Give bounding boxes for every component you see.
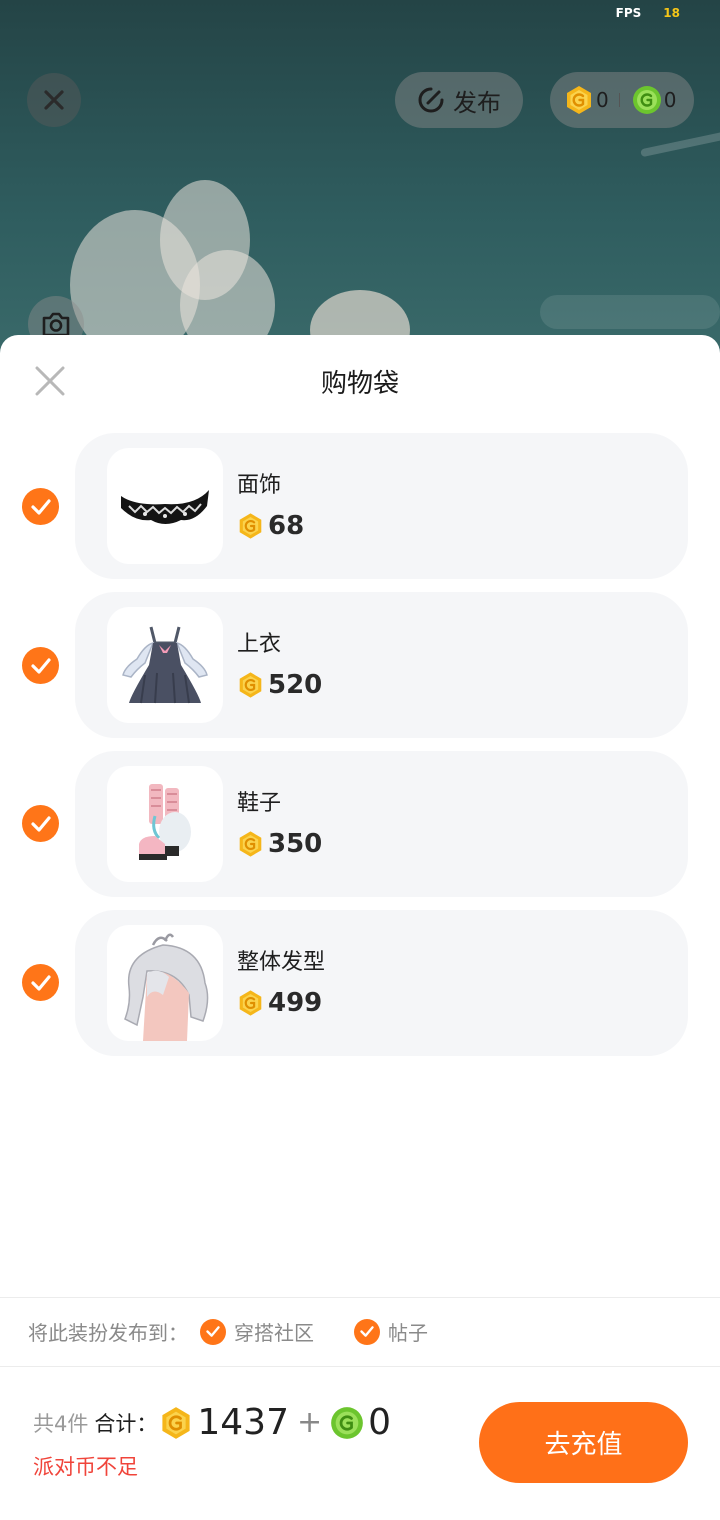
item-name: 上衣 <box>237 632 282 657</box>
currency-balance[interactable]: 0 0 <box>550 72 694 128</box>
item-checkbox-shoes[interactable] <box>22 805 59 842</box>
green-total: 0 <box>368 1402 392 1443</box>
publish-option-label: 帖子 <box>388 1321 428 1345</box>
item-price: 68 <box>237 511 304 541</box>
face-accessory-image <box>121 490 209 524</box>
total-label: 合计： <box>94 1411 158 1436</box>
gold-coin-icon <box>239 831 262 857</box>
item-price-value: 350 <box>268 829 323 859</box>
item-price: 350 <box>237 829 322 859</box>
checkbox-checked-icon <box>200 1318 226 1345</box>
item-thumbnail <box>107 448 223 564</box>
green-coin-icon <box>331 1406 364 1439</box>
item-checkbox-face-accessory[interactable] <box>22 488 59 525</box>
publish-option-community[interactable]: 穿搭社区 <box>200 1317 314 1346</box>
cart-item-hairstyle[interactable]: 整体发型 499 <box>75 910 688 1056</box>
checkmark-icon <box>30 815 51 832</box>
item-checkbox-hairstyle[interactable] <box>22 964 59 1001</box>
publish-button[interactable]: 发布 <box>395 72 523 128</box>
checkmark-icon <box>30 974 51 991</box>
order-total: 共4件 合计： 1437 + 0 <box>33 1402 391 1443</box>
gold-coin-icon <box>239 990 262 1016</box>
fps-counter: FPS 18 <box>616 6 680 20</box>
publish-to-label: 将此装扮发布到： <box>28 1321 188 1345</box>
item-checkbox-top[interactable] <box>22 647 59 684</box>
item-price: 520 <box>237 670 322 700</box>
cart-item-shoes[interactable]: 鞋子 350 <box>75 751 688 897</box>
insufficient-balance-warning: 派对币不足 <box>33 1455 138 1479</box>
light-streak <box>540 295 720 329</box>
gold-coin-icon <box>239 513 262 539</box>
close-scene-button[interactable] <box>27 73 81 127</box>
publish-option-label: 穿搭社区 <box>234 1321 314 1345</box>
item-name: 鞋子 <box>237 791 282 816</box>
publish-label: 发布 <box>453 88 501 117</box>
item-thumbnail <box>107 607 223 723</box>
item-thumbnail <box>107 925 223 1041</box>
plus-sign: + <box>297 1405 323 1440</box>
cart-item-top[interactable]: 上衣 520 <box>75 592 688 738</box>
game-scene-background: FPS 18 发布 0 0 <box>0 0 720 360</box>
publish-to-row: 将此装扮发布到： 穿搭社区 帖子 <box>28 1317 428 1346</box>
divider <box>0 1366 720 1367</box>
gold-balance: 0 <box>596 88 609 112</box>
checkmark-icon <box>30 657 51 674</box>
light-streak <box>640 130 720 158</box>
gold-coin-icon <box>567 86 591 114</box>
fps-label: FPS <box>615 6 642 20</box>
gold-coin-icon <box>162 1406 190 1439</box>
item-price-value: 499 <box>268 988 323 1018</box>
checkmark-icon <box>30 498 51 515</box>
shopping-bag-sheet: 购物袋 面饰 68 上衣 520 鞋子 350 整体发型 499 将此装扮发布到… <box>0 335 720 1520</box>
publish-option-post[interactable]: 帖子 <box>354 1317 428 1346</box>
gold-total: 1437 <box>197 1402 289 1443</box>
gold-coin-icon <box>239 672 262 698</box>
item-name: 整体发型 <box>237 950 326 975</box>
close-icon <box>44 90 64 110</box>
divider <box>0 1297 720 1298</box>
sheet-title: 购物袋 <box>320 369 399 399</box>
fps-value: 18 <box>663 6 680 20</box>
green-coin-icon <box>632 86 661 114</box>
item-price: 499 <box>237 988 322 1018</box>
checkbox-checked-icon <box>354 1318 380 1345</box>
balance-divider <box>618 93 620 107</box>
shoes-image <box>139 784 191 860</box>
publish-icon <box>418 87 444 113</box>
green-balance: 0 <box>663 88 677 112</box>
cart-item-face-accessory[interactable]: 面饰 68 <box>75 433 688 579</box>
dress-top-image <box>122 626 208 704</box>
item-name: 面饰 <box>237 473 282 498</box>
item-price-value: 520 <box>268 670 323 700</box>
item-thumbnail <box>107 766 223 882</box>
hairstyle-image <box>124 933 209 1041</box>
item-count: 共4件 <box>33 1411 89 1436</box>
recharge-button[interactable]: 去充值 <box>479 1402 688 1483</box>
item-price-value: 68 <box>268 511 305 541</box>
